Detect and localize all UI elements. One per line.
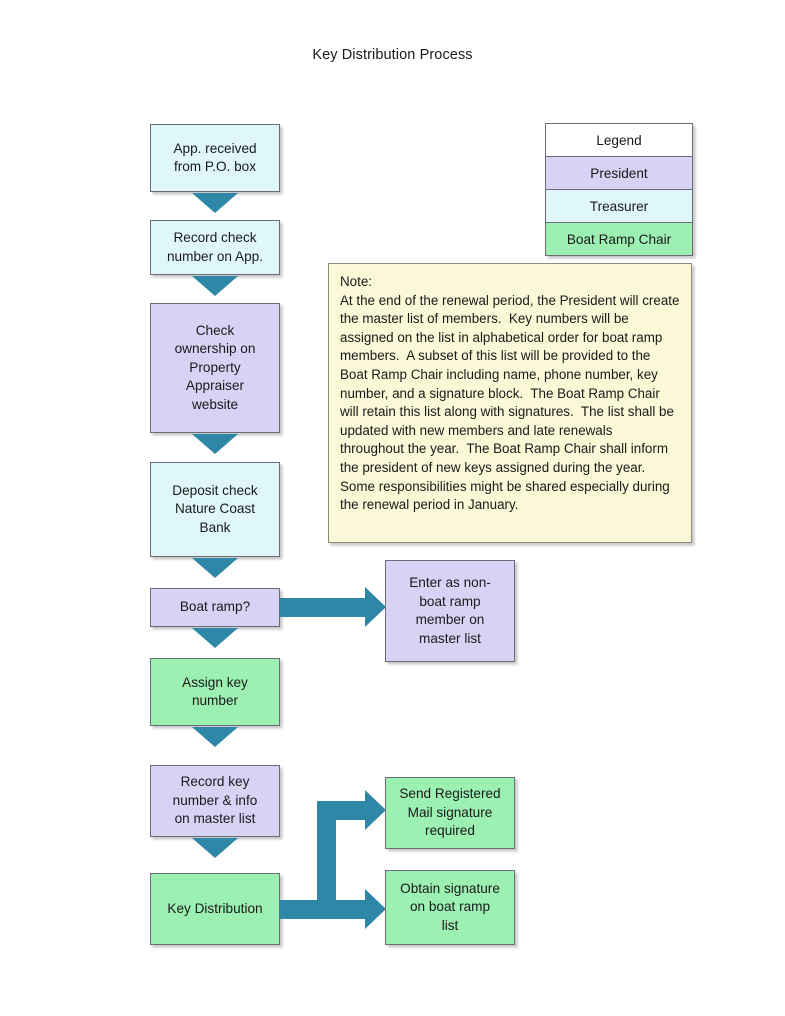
node-enter-non-boat-ramp[interactable]: Enter as non-boat ramp member on master li… <box>385 560 515 662</box>
arrow-assignkey-to-recordkey <box>192 727 238 747</box>
arrowhead-boatramp-to-nonboat <box>365 587 386 627</box>
connector-to-send-registered <box>317 801 365 820</box>
arrow-recordkey-to-distribution <box>192 838 238 858</box>
connector-to-obtain-signature <box>317 900 365 919</box>
arrow-app-to-record <box>192 193 238 213</box>
arrow-boatramp-to-assignkey <box>192 628 238 648</box>
node-boat-ramp-decision[interactable]: Boat ramp? <box>150 588 280 627</box>
legend: Legend President Treasurer Boat Ramp Cha… <box>545 123 693 256</box>
arrow-ownership-to-deposit <box>192 434 238 454</box>
arrowhead-to-send-registered <box>365 790 386 830</box>
node-check-ownership[interactable]: Check ownership on Property Appraiser websit… <box>150 303 280 433</box>
arrowhead-to-obtain-signature <box>365 889 386 929</box>
node-assign-key-number[interactable]: Assign key number <box>150 658 280 726</box>
flowchart-canvas: Key Distribution Process App. received fr… <box>0 0 785 1016</box>
node-deposit-check[interactable]: Deposit check Nature Coast Bank <box>150 462 280 557</box>
arrow-record-to-ownership <box>192 276 238 296</box>
legend-row-president: President <box>545 156 693 190</box>
node-send-registered-mail[interactable]: Send Registered Mail signature required <box>385 777 515 849</box>
node-record-key-info[interactable]: Record key number & info on master list <box>150 765 280 837</box>
node-obtain-signature[interactable]: Obtain signature on boat ramp list <box>385 870 515 945</box>
node-app-received[interactable]: App. received from P.O. box <box>150 124 280 192</box>
legend-row-treasurer: Treasurer <box>545 189 693 223</box>
page-title: Key Distribution Process <box>312 47 473 63</box>
note-box: Note: At the end of the renewal period, … <box>328 263 692 543</box>
node-record-check[interactable]: Record check number on App. <box>150 220 280 275</box>
arrow-deposit-to-boatramp <box>192 558 238 578</box>
legend-row-boat-ramp-chair: Boat Ramp Chair <box>545 222 693 256</box>
legend-row-header: Legend <box>545 123 693 157</box>
connector-boatramp-to-nonboat <box>280 598 365 617</box>
node-key-distribution[interactable]: Key Distribution <box>150 873 280 945</box>
